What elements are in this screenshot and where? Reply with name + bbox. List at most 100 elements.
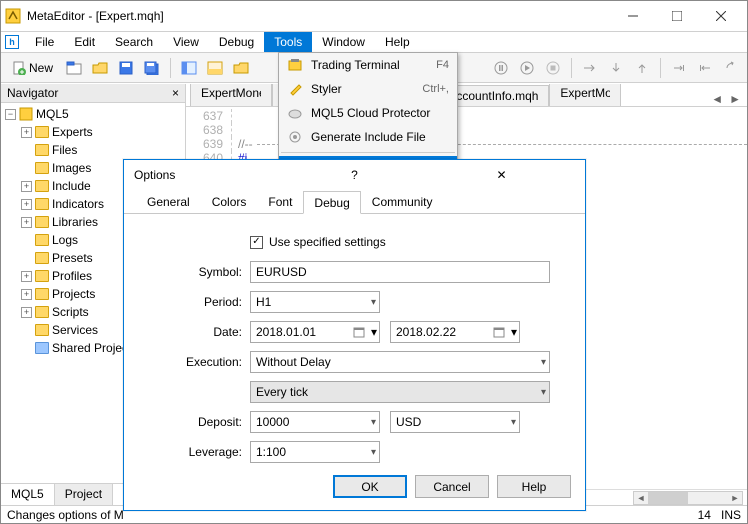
calendar-icon[interactable]: [491, 324, 507, 340]
date-value: 2018.02.22: [396, 325, 456, 339]
file-tab[interactable]: ExpertModel.mqh: [549, 84, 621, 106]
folder-icon: [35, 180, 49, 192]
expand-icon[interactable]: +: [21, 307, 32, 318]
nav-tab-mql5[interactable]: MQL5: [1, 484, 55, 505]
toolbar-play-button[interactable]: [515, 56, 539, 80]
toolbar-new-button[interactable]: New: [5, 56, 60, 80]
chevron-right-icon[interactable]: ►: [729, 92, 741, 106]
calendar-icon[interactable]: [351, 324, 367, 340]
menu-styler[interactable]: Styler Ctrl+,: [279, 77, 457, 101]
chevron-down-icon[interactable]: ▾: [371, 325, 377, 339]
toolbar-save-button[interactable]: [114, 56, 138, 80]
close-button[interactable]: [699, 2, 743, 30]
titlebar: MetaEditor - [Expert.mqh]: [1, 1, 747, 31]
toolbar-panel1-button[interactable]: [177, 56, 201, 80]
chevron-down-icon[interactable]: ▾: [511, 325, 517, 339]
tree-item[interactable]: Files: [5, 141, 181, 159]
tick-mode-select[interactable]: Every tick▾: [250, 381, 550, 403]
toolbar-open-button[interactable]: [88, 56, 112, 80]
help-button[interactable]: Help: [497, 475, 571, 498]
tab-debug[interactable]: Debug: [303, 191, 360, 214]
scrollbar-horizontal[interactable]: ◄ ►: [633, 491, 743, 505]
symbol-input[interactable]: [250, 261, 550, 283]
tree-root-label: MQL5: [36, 107, 69, 121]
date-from-input[interactable]: 2018.01.01 ▾: [250, 321, 380, 343]
folder-icon: [35, 252, 49, 264]
file-tab[interactable]: ExpertMoney.mqh: [190, 84, 272, 106]
execution-select[interactable]: Without Delay▾: [250, 351, 550, 373]
menubar-icon[interactable]: h: [5, 35, 19, 49]
deposit-select[interactable]: 10000▾: [250, 411, 380, 433]
minimize-button[interactable]: [611, 2, 655, 30]
toolbar-separator: [660, 58, 661, 78]
tree-label: Scripts: [52, 305, 89, 319]
toolbar-save-all-button[interactable]: [140, 56, 164, 80]
tree-root[interactable]: − MQL5: [5, 105, 181, 123]
use-specified-checkbox[interactable]: ✓ Use specified settings: [250, 235, 386, 249]
menu-window[interactable]: Window: [312, 32, 375, 52]
dialog-close-icon[interactable]: ✕: [428, 168, 575, 182]
toolbar-pause-button[interactable]: [489, 56, 513, 80]
expand-icon[interactable]: +: [21, 199, 32, 210]
combo-value: 1:100: [256, 445, 286, 459]
tab-general[interactable]: General: [136, 190, 201, 213]
menu-tools[interactable]: Tools: [264, 32, 312, 52]
toolbar-folder-button[interactable]: [229, 56, 253, 80]
leverage-select[interactable]: 1:100 ▾: [250, 441, 380, 463]
toolbar-step-button[interactable]: [578, 56, 602, 80]
nav-tab-project[interactable]: Project: [55, 484, 113, 505]
file-tab-label: ExpertModel.mqh: [560, 86, 610, 100]
menu-cloud-protector[interactable]: MQL5 Cloud Protector: [279, 101, 457, 125]
tree-item[interactable]: +Experts: [5, 123, 181, 141]
tab-font[interactable]: Font: [257, 190, 303, 213]
checkbox-label: Use specified settings: [269, 235, 386, 249]
file-tabs-nav[interactable]: ◄►: [705, 92, 747, 106]
chevron-down-icon: ▾: [371, 447, 376, 458]
menu-edit[interactable]: Edit: [64, 32, 105, 52]
expand-icon[interactable]: +: [21, 127, 32, 138]
menu-generate-include[interactable]: Generate Include File: [279, 125, 457, 149]
expand-icon[interactable]: +: [21, 271, 32, 282]
folder-icon: [35, 270, 49, 282]
toolbar-panel2-button[interactable]: [203, 56, 227, 80]
toolbar-arrow3-button[interactable]: [719, 56, 743, 80]
chevron-left-icon[interactable]: ◄: [711, 92, 723, 106]
menubar: h File Edit Search View Debug Tools Wind…: [1, 31, 747, 53]
navigator-close-icon[interactable]: ×: [172, 86, 179, 100]
tab-colors[interactable]: Colors: [201, 190, 258, 213]
expand-icon[interactable]: +: [21, 181, 32, 192]
tab-community[interactable]: Community: [361, 190, 444, 213]
toolbar-stepinto-button[interactable]: [604, 56, 628, 80]
menu-trading-terminal[interactable]: Trading Terminal F4: [279, 53, 457, 77]
menu-view[interactable]: View: [163, 32, 209, 52]
toolbar-stop-button[interactable]: [541, 56, 565, 80]
button-label: Cancel: [433, 480, 470, 494]
scroll-left-icon[interactable]: ◄: [634, 492, 648, 504]
toolbar-stepout-button[interactable]: [630, 56, 654, 80]
expand-icon[interactable]: +: [21, 217, 32, 228]
currency-select[interactable]: USD▾: [390, 411, 520, 433]
menu-search[interactable]: Search: [105, 32, 163, 52]
label-execution: Execution:: [142, 355, 250, 369]
expand-icon[interactable]: +: [21, 289, 32, 300]
terminal-icon: [287, 57, 303, 73]
menu-help[interactable]: Help: [375, 32, 420, 52]
toolbar-project-button[interactable]: [62, 56, 86, 80]
date-to-input[interactable]: 2018.02.22 ▾: [390, 321, 520, 343]
scrollbar-thumb[interactable]: [648, 492, 688, 504]
cancel-button[interactable]: Cancel: [415, 475, 489, 498]
collapse-icon[interactable]: −: [5, 109, 16, 120]
menu-file[interactable]: File: [25, 32, 64, 52]
window-title: MetaEditor - [Expert.mqh]: [27, 9, 611, 23]
combo-value: USD: [396, 415, 421, 429]
dialog-help-icon[interactable]: ?: [281, 168, 428, 182]
ok-button[interactable]: OK: [333, 475, 407, 498]
toolbar-arrow1-button[interactable]: [667, 56, 691, 80]
period-select[interactable]: H1▾: [250, 291, 380, 313]
menu-debug[interactable]: Debug: [209, 32, 264, 52]
tree-label: Profiles: [52, 269, 92, 283]
maximize-button[interactable]: [655, 2, 699, 30]
scroll-right-icon[interactable]: ►: [728, 492, 742, 504]
tree-label: Include: [52, 179, 91, 193]
toolbar-arrow2-button[interactable]: [693, 56, 717, 80]
